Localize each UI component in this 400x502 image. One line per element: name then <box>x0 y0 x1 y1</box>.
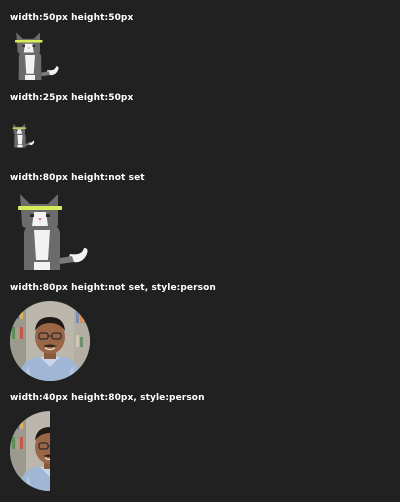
person-avatar <box>10 301 90 381</box>
example-label-2: width:25px height:50px <box>10 93 134 103</box>
cat-icon <box>10 190 90 270</box>
example-label-1: width:50px height:50px <box>10 13 134 23</box>
cat-icon <box>10 110 35 160</box>
person-avatar <box>10 411 50 491</box>
example-label-4: width:80px height:not set, style:person <box>10 283 216 293</box>
cat-icon <box>10 30 60 80</box>
example-label-5: width:40px height:80px, style:person <box>10 393 205 403</box>
example-label-3: width:80px height:not set <box>10 173 145 183</box>
